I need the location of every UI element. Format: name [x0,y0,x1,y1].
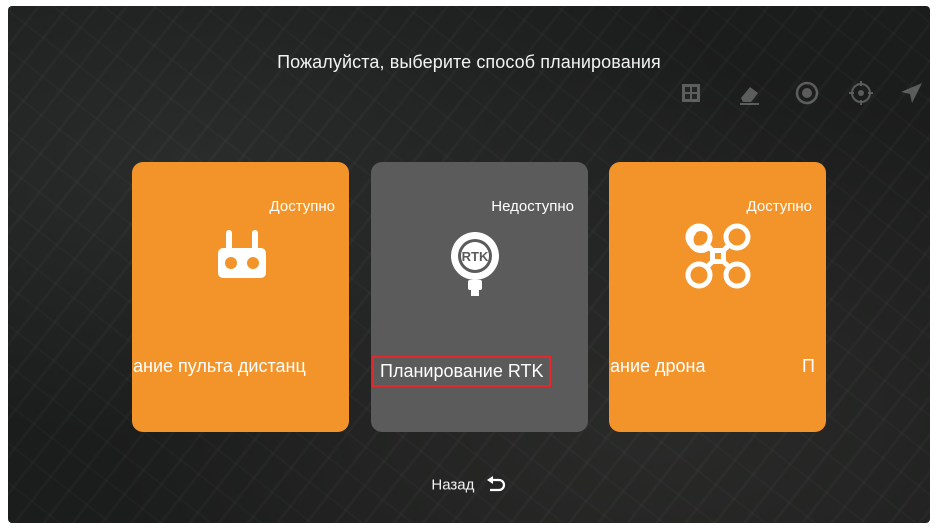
plan-option-remote[interactable]: Доступно ание пульта дистанц [132,162,349,432]
status-unavailable: Недоступно [491,198,574,215]
plan-option-label: Планирование RTK [372,356,551,387]
plan-option-label-overflow: П [802,356,815,376]
plan-option-rtk[interactable]: Недоступно RTK Планирование RTK [371,162,588,432]
rtk-device-icon: RTK [451,232,499,296]
remote-controller-icon [218,230,266,278]
plan-option-drone[interactable]: Доступно ание дрона П [609,162,826,432]
compass-icon[interactable] [792,78,822,108]
target-icon[interactable] [846,78,876,108]
navigation-icon[interactable] [896,78,926,108]
back-label: Назад [431,476,475,494]
map-background: Пожалуйста, выберите способ планирования [8,6,930,523]
undo-arrow-icon [486,476,505,492]
layers-icon[interactable] [676,78,706,108]
drone-icon [685,223,751,289]
plan-option-label: ание дрона [610,356,706,376]
dialog-title: Пожалуйста, выберите способ планирования [277,52,661,72]
plan-option-label: ание пульта дистанц [133,356,306,376]
eraser-icon[interactable] [734,78,764,108]
map-toolbar [676,78,922,110]
status-available: Доступно [269,198,335,215]
rtk-icon-text: RTK [462,249,489,264]
back-button[interactable]: Назад [8,476,930,494]
status-available: Доступно [746,198,812,215]
